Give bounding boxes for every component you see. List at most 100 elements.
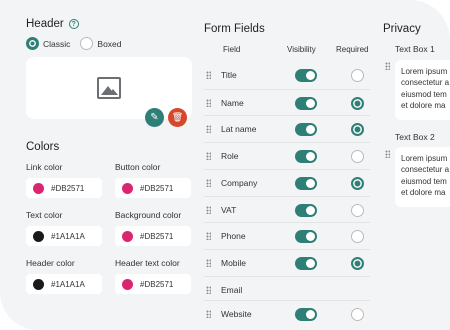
drag-handle-icon[interactable] [385, 62, 390, 70]
text-box-line: et dolore ma [401, 101, 446, 111]
color-value: #DB2571 [140, 231, 174, 241]
settings-panel: Header ? Classic Boxed ✎ 🗑 Colors Link c… [0, 0, 450, 330]
color-label: Text color [26, 210, 63, 220]
color-label: Header text color [115, 258, 180, 268]
required-radio[interactable] [351, 123, 364, 137]
header-layout-options: Classic Boxed [26, 37, 132, 50]
color-swatch[interactable] [33, 278, 44, 290]
link-color-field[interactable]: #DB2571 [26, 178, 102, 198]
visibility-toggle[interactable] [295, 308, 317, 322]
visibility-toggle[interactable] [295, 256, 317, 270]
required-radio[interactable] [351, 96, 364, 110]
required-radio[interactable] [351, 69, 364, 82]
required-radio[interactable] [351, 256, 364, 270]
header-image-placeholder[interactable] [26, 57, 192, 119]
drag-handle-icon[interactable] [206, 71, 211, 79]
field-label: Company [221, 177, 258, 188]
field-label: Email [221, 284, 243, 295]
drag-handle-icon[interactable] [206, 285, 211, 294]
text-box-line: et dolore ma [401, 188, 446, 198]
drag-handle-icon[interactable] [206, 258, 211, 267]
table-row: Mobile [204, 248, 370, 276]
color-label: Background color [115, 210, 182, 220]
background-color-field[interactable]: #DB2571 [115, 226, 191, 246]
text-box-label: Text Box 1 [395, 44, 435, 54]
color-label: Header color [26, 258, 75, 268]
color-label: Link color [26, 162, 63, 172]
header-text-color-field[interactable]: #DB2571 [115, 274, 191, 294]
column-header-field: Field [223, 45, 241, 54]
color-swatch[interactable] [33, 230, 44, 242]
visibility-toggle[interactable] [295, 96, 317, 110]
text-box-2[interactable]: Lorem ipsum consectetur a eiusmod tem et… [395, 147, 450, 207]
column-header-required: Required [336, 45, 369, 54]
table-row: Website [204, 300, 370, 327]
visibility-toggle[interactable] [295, 69, 317, 82]
layout-option-classic[interactable]: Classic [26, 37, 70, 50]
table-row: Company [204, 168, 370, 196]
text-box-line: Lorem ipsum [401, 67, 448, 76]
pencil-icon: ✎ [150, 112, 159, 123]
edit-image-button[interactable]: ✎ [145, 108, 164, 127]
color-value: #DB2571 [140, 279, 174, 289]
image-icon [97, 77, 121, 99]
color-swatch[interactable] [122, 230, 133, 242]
visibility-toggle[interactable] [295, 230, 317, 244]
required-radio[interactable] [351, 230, 364, 244]
drag-handle-icon[interactable] [206, 178, 211, 187]
text-box-label: Text Box 2 [395, 132, 435, 142]
drag-handle-icon[interactable] [206, 98, 211, 107]
text-box-1[interactable]: Lorem ipsum consectetur a eiusmod tem et… [395, 60, 450, 120]
required-radio[interactable] [351, 150, 364, 164]
column-header-visibility: Visibility [287, 45, 316, 54]
required-radio[interactable] [351, 308, 364, 322]
layout-option-label: Classic [43, 38, 71, 49]
privacy-title: Privacy [383, 23, 421, 35]
color-value: #1A1A1A [51, 231, 85, 241]
layout-option-boxed[interactable]: Boxed [80, 37, 122, 50]
delete-image-button[interactable]: 🗑 [168, 108, 187, 127]
layout-option-label: Boxed [97, 38, 122, 49]
text-box-line: eiusmod tem [401, 89, 447, 99]
text-color-field[interactable]: #1A1A1A [26, 226, 102, 246]
text-box-line: Lorem ipsum [401, 154, 448, 163]
visibility-toggle[interactable] [295, 176, 317, 190]
field-label: Mobile [221, 257, 247, 268]
table-row: Name [204, 88, 370, 116]
radio-classic[interactable] [26, 37, 39, 50]
trash-icon: 🗑 [171, 112, 184, 122]
required-radio[interactable] [351, 176, 364, 190]
table-row: Title [204, 62, 370, 89]
button-color-field[interactable]: #DB2571 [115, 178, 191, 198]
visibility-toggle[interactable] [295, 123, 317, 137]
color-swatch[interactable] [122, 278, 133, 290]
text-box-line: consectetur a [401, 78, 450, 88]
color-value: #1A1A1A [51, 279, 85, 289]
drag-handle-icon[interactable] [385, 150, 390, 158]
drag-handle-icon[interactable] [206, 310, 211, 319]
radio-boxed[interactable] [80, 37, 94, 50]
field-label: Website [221, 309, 252, 320]
drag-handle-icon[interactable] [206, 125, 211, 134]
text-box-line: consectetur a [401, 165, 450, 175]
color-swatch[interactable] [122, 182, 133, 194]
help-icon[interactable]: ? [68, 19, 79, 29]
table-row: Role [204, 142, 370, 169]
text-box-line: eiusmod tem [401, 176, 447, 186]
header-color-field[interactable]: #1A1A1A [26, 274, 102, 294]
color-value: #DB2571 [140, 183, 174, 193]
table-row: Lat name [204, 115, 370, 142]
color-swatch[interactable] [33, 182, 44, 194]
color-value: #DB2571 [51, 183, 85, 193]
field-label: Title [221, 70, 237, 80]
table-row: VAT [204, 195, 370, 223]
visibility-toggle[interactable] [295, 203, 317, 217]
field-label: Lat name [221, 124, 257, 135]
drag-handle-icon[interactable] [206, 205, 211, 214]
visibility-toggle[interactable] [295, 150, 317, 164]
field-label: Name [221, 97, 244, 108]
field-label: Role [221, 151, 239, 162]
drag-handle-icon[interactable] [206, 152, 211, 161]
required-radio[interactable] [351, 203, 364, 217]
drag-handle-icon[interactable] [206, 232, 211, 241]
